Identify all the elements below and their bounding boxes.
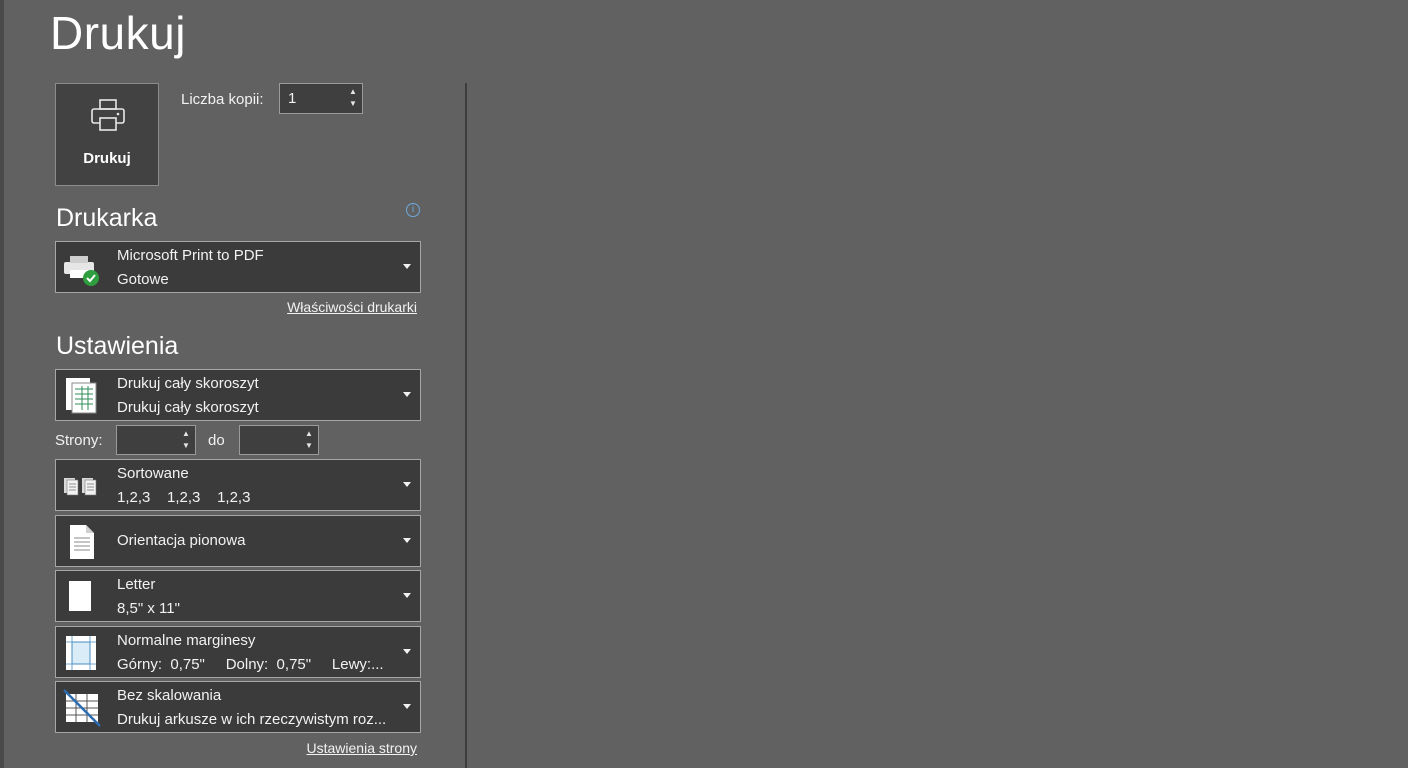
stepper-down-icon[interactable]: ▼ [304,440,314,452]
collate-desc: 1,2,3 1,2,3 1,2,3 [117,489,251,506]
printer-status: Gotowe [117,271,169,288]
paper-size-desc: 8,5" x 11" [117,600,180,617]
chevron-down-icon [403,264,411,269]
stepper-up-icon[interactable]: ▲ [348,86,358,98]
margins-icon [66,636,96,670]
print-backstage: Drukuj Drukuj Liczba kopii: 1 ▲ ▼ Drukar… [0,0,1408,768]
workbook-icon [66,378,97,414]
margins-dropdown[interactable]: Normalne marginesy Górny: 0,75" Dolny: 0… [55,626,421,678]
pages-label: Strony: [55,432,103,449]
info-icon[interactable]: i [406,203,420,217]
orientation-dropdown[interactable]: Orientacja pionowa [55,515,421,567]
print-preview-area [468,0,1408,768]
scaling-dropdown[interactable]: Bez skalowania Drukuj arkusze w ich rzec… [55,681,421,733]
preview-divider [465,83,467,768]
margins-desc: Górny: 0,75" Dolny: 0,75" Lewy:... [117,656,384,673]
pages-to-label: do [208,432,225,449]
chevron-down-icon [403,593,411,598]
printer-name: Microsoft Print to PDF [117,247,264,264]
printer-dropdown[interactable]: Microsoft Print to PDF Gotowe [55,241,421,293]
stepper-down-icon[interactable]: ▼ [348,98,358,110]
left-edge-strip [0,0,4,768]
margins-title: Normalne marginesy [117,632,256,649]
paper-icon [69,581,91,611]
copies-label: Liczba kopii: [181,91,264,108]
print-scope-desc: Drukuj cały skoroszyt [117,399,259,416]
portrait-icon [70,525,94,559]
chevron-down-icon [403,649,411,654]
print-scope-title: Drukuj cały skoroszyt [117,375,259,392]
chevron-down-icon [403,482,411,487]
printer-icon [91,99,125,131]
stepper-up-icon[interactable]: ▲ [304,428,314,440]
paper-size-title: Letter [117,576,156,593]
chevron-down-icon [403,704,411,709]
collate-title: Sortowane [117,465,189,482]
printer-ready-icon [64,256,99,286]
copies-value[interactable]: 1 [288,90,296,107]
stepper-up-icon[interactable]: ▲ [181,428,191,440]
paper-size-dropdown[interactable]: Letter 8,5" x 11" [55,570,421,622]
copies-stepper[interactable]: 1 ▲ ▼ [279,83,363,114]
print-scope-dropdown[interactable]: Drukuj cały skoroszyt Drukuj cały skoros… [55,369,421,421]
pages-from-arrows[interactable]: ▲ ▼ [181,428,191,452]
pages-to-arrows[interactable]: ▲ ▼ [304,428,314,452]
chevron-down-icon [403,392,411,397]
print-button[interactable]: Drukuj [55,83,159,186]
pages-from-stepper[interactable]: ▲ ▼ [116,425,196,455]
chevron-down-icon [403,538,411,543]
copies-stepper-arrows[interactable]: ▲ ▼ [348,86,358,110]
orientation-title: Orientacja pionowa [117,532,246,549]
pages-to-stepper[interactable]: ▲ ▼ [239,425,319,455]
settings-heading: Ustawienia [56,332,179,360]
printer-properties-link[interactable]: Właściwości drukarki [287,299,417,315]
scaling-title: Bez skalowania [117,687,222,704]
scaling-desc: Drukuj arkusze w ich rzeczywistym roz... [117,711,387,728]
page-setup-link[interactable]: Ustawienia strony [307,740,418,756]
printer-heading: Drukarka [56,204,158,232]
no-scaling-icon [63,689,101,727]
collate-dropdown[interactable]: Sortowane 1,2,3 1,2,3 1,2,3 [55,459,421,511]
print-button-label: Drukuj [83,150,131,167]
page-title: Drukuj [50,7,186,59]
collated-icon [64,478,97,496]
stepper-down-icon[interactable]: ▼ [181,440,191,452]
